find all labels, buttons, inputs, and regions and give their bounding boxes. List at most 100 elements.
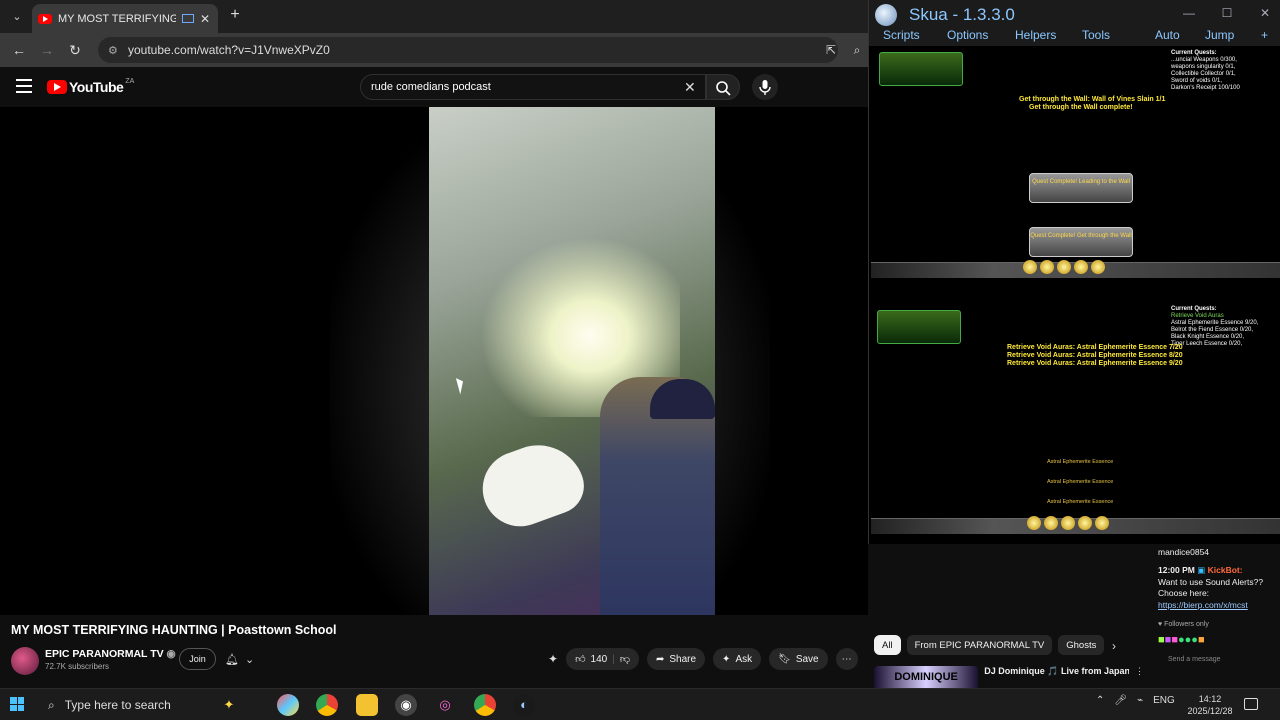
- quest-line: weapons singularity 0/1,: [1171, 64, 1236, 70]
- thumbs-up-icon: 👍︎: [575, 654, 586, 665]
- url-text: youtube.com/watch?v=J1VnweXPvZ0: [128, 43, 330, 57]
- youtube-wordmark: YouTube: [69, 79, 124, 95]
- menu-tools[interactable]: Tools: [1082, 28, 1110, 42]
- join-button[interactable]: Join: [179, 648, 216, 670]
- reload-icon[interactable]: ↻: [66, 41, 84, 59]
- language-indicator[interactable]: ENG: [1153, 695, 1175, 706]
- chip-from-channel[interactable]: From EPIC PARANORMAL TV: [906, 635, 1053, 655]
- notification-icon[interactable]: [1244, 698, 1258, 710]
- youtube-play-icon: [47, 80, 67, 94]
- item-drop[interactable]: Astral Ephemerite Essence: [1047, 499, 1113, 506]
- skua-add-plus-icon[interactable]: +: [1261, 28, 1268, 42]
- chat-link[interactable]: https://bierp.com/x/mcst: [1158, 600, 1248, 610]
- quest-line: Collectible Collector 0/1,: [1171, 71, 1236, 77]
- chip-all[interactable]: All: [874, 635, 901, 655]
- quest-tracker-1: Current Quests: ...uncial Weapons 0/300,…: [1171, 50, 1275, 92]
- tray-chevron-up-icon[interactable]: ⌃: [1096, 695, 1104, 706]
- thumbs-down-icon[interactable]: 👎︎: [620, 653, 630, 665]
- ask-sparkle-icon: ✦: [722, 653, 731, 665]
- game-client-1[interactable]: Current Quests: ...uncial Weapons 0/300,…: [871, 46, 1280, 290]
- share-label: Share: [669, 653, 697, 665]
- menu-scripts[interactable]: Scripts: [883, 28, 920, 42]
- quest-line: Darkon's Receipt 100/100: [1171, 85, 1240, 91]
- notification-bell-button[interactable]: 🔔︎ ⌄: [225, 649, 265, 669]
- menu-options[interactable]: Options: [947, 28, 988, 42]
- youtube-logo[interactable]: YouTube ZA: [47, 78, 134, 95]
- windows-start-icon[interactable]: [10, 697, 24, 711]
- maximize-icon[interactable]: ☐: [1217, 6, 1237, 20]
- copilot-app-icon[interactable]: [277, 694, 299, 716]
- address-bar[interactable]: ⚙ youtube.com/watch?v=J1VnweXPvZ0: [98, 37, 838, 63]
- stream-chat: mandice0854 12:00 PM ▣ KickBot: Want to …: [1152, 544, 1280, 688]
- chrome-icon[interactable]: [316, 694, 338, 716]
- network-icon[interactable]: ⌁: [1137, 695, 1143, 706]
- channel-avatar[interactable]: [11, 647, 39, 675]
- quest-tracker-2: Current Quests: Retrieve Void Auras Astr…: [1171, 306, 1275, 348]
- skua-taskbar-icon[interactable]: ◐: [513, 694, 535, 716]
- close-tab-icon[interactable]: ✕: [200, 12, 210, 26]
- app-icon[interactable]: ◎: [434, 694, 456, 716]
- ask-label: Ask: [735, 653, 753, 665]
- copilot-sparkle-icon[interactable]: ✦: [218, 694, 240, 716]
- video-title: MY MOST TERRIFYING HAUNTING | Poasttown …: [11, 623, 337, 637]
- voice-search-button[interactable]: [752, 74, 778, 100]
- ask-button[interactable]: ✦ Ask: [713, 648, 762, 670]
- quest-header: Current Quests:: [1171, 50, 1217, 56]
- quest-line: Astral Ephemerite Essence 9/20,: [1171, 320, 1259, 326]
- clock[interactable]: 14:12 2025/12/28: [1180, 693, 1240, 717]
- like-button[interactable]: 👍︎ 140 | 👎︎: [566, 648, 639, 670]
- like-divider: |: [612, 653, 615, 665]
- clear-search-icon[interactable]: ✕: [684, 79, 696, 96]
- sparkle-icon[interactable]: ✦: [548, 652, 558, 666]
- skill-bar-2[interactable]: [1027, 516, 1109, 530]
- minimize-icon[interactable]: —: [1179, 6, 1199, 20]
- chip-ghosts[interactable]: Ghosts: [1058, 635, 1105, 655]
- jump-button[interactable]: Jump: [1205, 28, 1234, 42]
- obs-icon[interactable]: ◉: [395, 694, 417, 716]
- new-tab-plus-icon[interactable]: +: [226, 6, 244, 26]
- forward-arrow-icon[interactable]: →: [38, 41, 56, 59]
- like-count: 140: [590, 653, 608, 665]
- install-app-icon[interactable]: ⇱: [822, 41, 840, 59]
- skua-titlebar: Skua - 1.3.3.0 — ☐ ✕: [869, 0, 1280, 30]
- item-drop[interactable]: Astral Ephemerite Essence: [1047, 459, 1113, 466]
- more-horizontal-icon: ⋯: [841, 653, 852, 665]
- tab-search-chevron-down-icon[interactable]: ⌄: [6, 6, 28, 26]
- search-icon: ⌕: [48, 697, 55, 712]
- menu-helpers[interactable]: Helpers: [1015, 28, 1056, 42]
- game-client-2[interactable]: Current Quests: Retrieve Void Auras Astr…: [871, 302, 1280, 540]
- site-info-icon[interactable]: ⚙: [108, 44, 120, 57]
- channel-name[interactable]: EPIC PARANORMAL TV ◉: [45, 648, 176, 660]
- file-explorer-icon[interactable]: [356, 694, 378, 716]
- search-input-value: rude comedians podcast: [371, 81, 491, 93]
- recommended-more-icon[interactable]: ⋮: [1135, 666, 1144, 688]
- close-window-icon[interactable]: ✕: [1255, 6, 1275, 20]
- search-input[interactable]: rude comedians podcast: [360, 74, 706, 100]
- back-arrow-icon[interactable]: ←: [10, 41, 28, 59]
- hamburger-menu-icon[interactable]: [16, 79, 32, 93]
- video-player[interactable]: [0, 107, 868, 615]
- chat-input[interactable]: Send a message: [1168, 656, 1221, 663]
- browser-tabbar: ⌄ MY MOST TERRIFYING HAUNTING | Poasttow…: [0, 0, 868, 33]
- recommended-title: DJ Dominique 🎵 Live from Japan | Pure Vi…: [984, 666, 1129, 676]
- quest-header: Current Quests:: [1171, 306, 1217, 312]
- skill-bar-1[interactable]: [1023, 260, 1105, 274]
- system-tray: ⌃ 🎤︎ ⌁ ENG: [1096, 695, 1175, 706]
- objective-complete: Get through the Wall complete!: [1029, 104, 1133, 111]
- save-button[interactable]: 🔖︎ Save: [769, 648, 828, 670]
- followers-only-notice: ♥ Followers only: [1158, 621, 1209, 628]
- browser-tab-active[interactable]: MY MOST TERRIFYING HAUNTING | Poasttown …: [32, 4, 218, 33]
- chrome-active-icon[interactable]: [474, 694, 496, 716]
- share-button[interactable]: ➦ Share: [646, 648, 706, 670]
- item-drop[interactable]: Astral Ephemerite Essence: [1047, 479, 1113, 486]
- search-button[interactable]: [706, 74, 740, 100]
- emote-row[interactable]: ■■■●●●■: [1158, 634, 1205, 646]
- followers-only-text: Followers only: [1164, 621, 1209, 628]
- auto-button[interactable]: Auto: [1155, 28, 1180, 42]
- zoom-icon[interactable]: ⌕: [848, 41, 866, 59]
- quest-line: Tiger Leech Essence 0/20,: [1171, 341, 1243, 347]
- microphone-tray-icon[interactable]: 🎤︎: [1114, 695, 1127, 706]
- more-actions-button[interactable]: ⋯: [835, 648, 858, 670]
- recommended-video[interactable]: DOMINIQUE DJ Dominique 🎵 Live from Japan…: [874, 666, 1144, 688]
- chips-next-chevron-icon[interactable]: ›: [1112, 639, 1116, 653]
